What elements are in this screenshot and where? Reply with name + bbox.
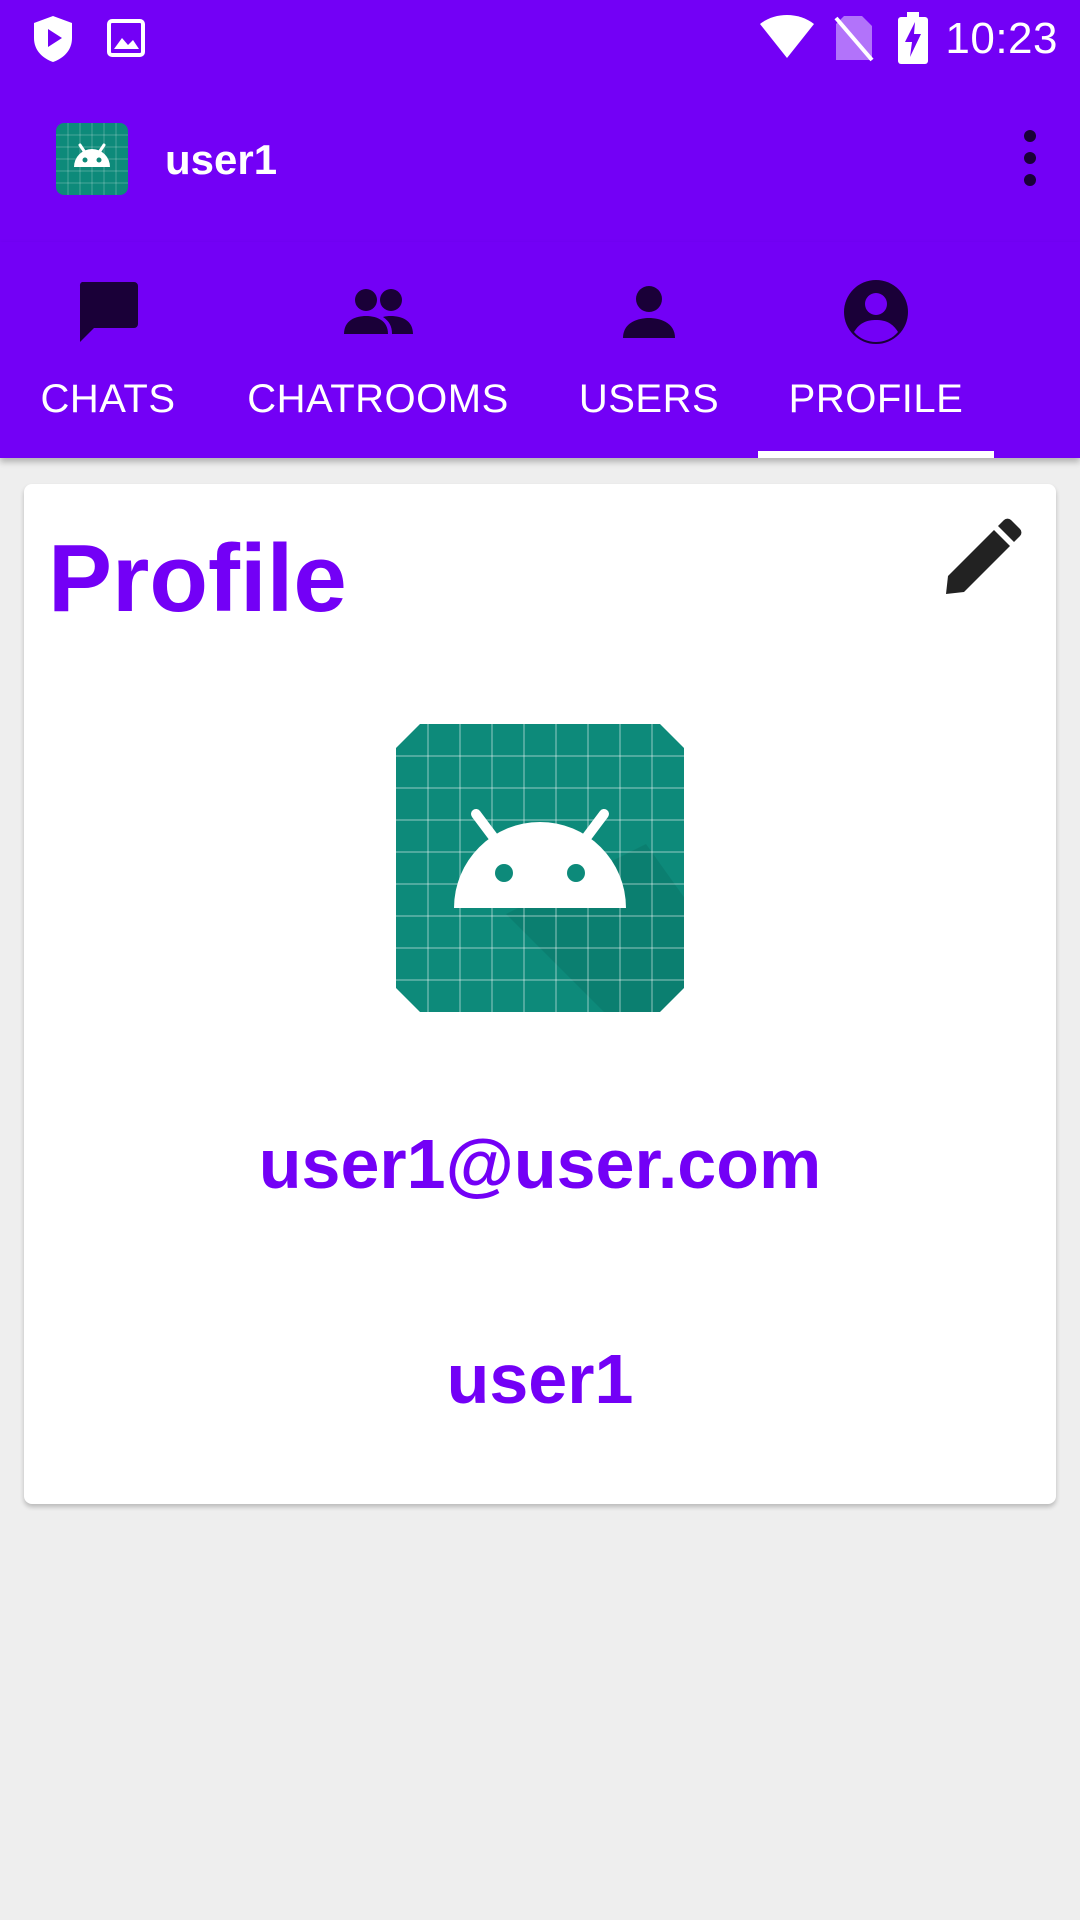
- account-circle-icon: [844, 280, 908, 344]
- wifi-icon: [760, 15, 814, 58]
- tab-label: CHATS: [40, 377, 176, 421]
- profile-username: user1: [446, 1340, 634, 1418]
- tab-label: CHATROOMS: [247, 377, 509, 421]
- tab-label: USERS: [578, 377, 720, 421]
- tab-selected-indicator: [758, 451, 994, 458]
- profile-avatar: [396, 724, 684, 1012]
- status-time: 10:23: [945, 14, 1058, 63]
- profile-heading: Profile: [48, 525, 347, 632]
- profile-card: Profile user1@user.com user1: [24, 484, 1056, 1504]
- tab-chats[interactable]: CHATS: [0, 242, 216, 458]
- tab-bar: CHATS CHATROOMS USERS PROFILE: [0, 242, 1080, 458]
- tab-label: PROFILE: [788, 377, 964, 421]
- play-protect-icon: [34, 16, 72, 62]
- app-title: user1: [165, 136, 278, 183]
- android-app-icon: [56, 123, 128, 195]
- no-sim-icon: [834, 16, 874, 62]
- status-bar: 10:23: [0, 0, 1080, 78]
- chat-icon: [79, 282, 138, 342]
- group-icon: [344, 289, 413, 334]
- edit-icon[interactable]: [932, 512, 1028, 608]
- person-icon: [623, 286, 675, 338]
- tab-profile[interactable]: PROFILE: [758, 242, 994, 458]
- tab-chatrooms[interactable]: CHATROOMS: [216, 242, 540, 458]
- profile-email: user1@user.com: [258, 1125, 822, 1203]
- image-notification-icon: [107, 19, 145, 57]
- tab-users[interactable]: USERS: [540, 242, 758, 458]
- more-vert-icon[interactable]: [1008, 126, 1052, 190]
- battery-charging-icon: [898, 12, 928, 64]
- app-bar: user1: [0, 78, 1080, 242]
